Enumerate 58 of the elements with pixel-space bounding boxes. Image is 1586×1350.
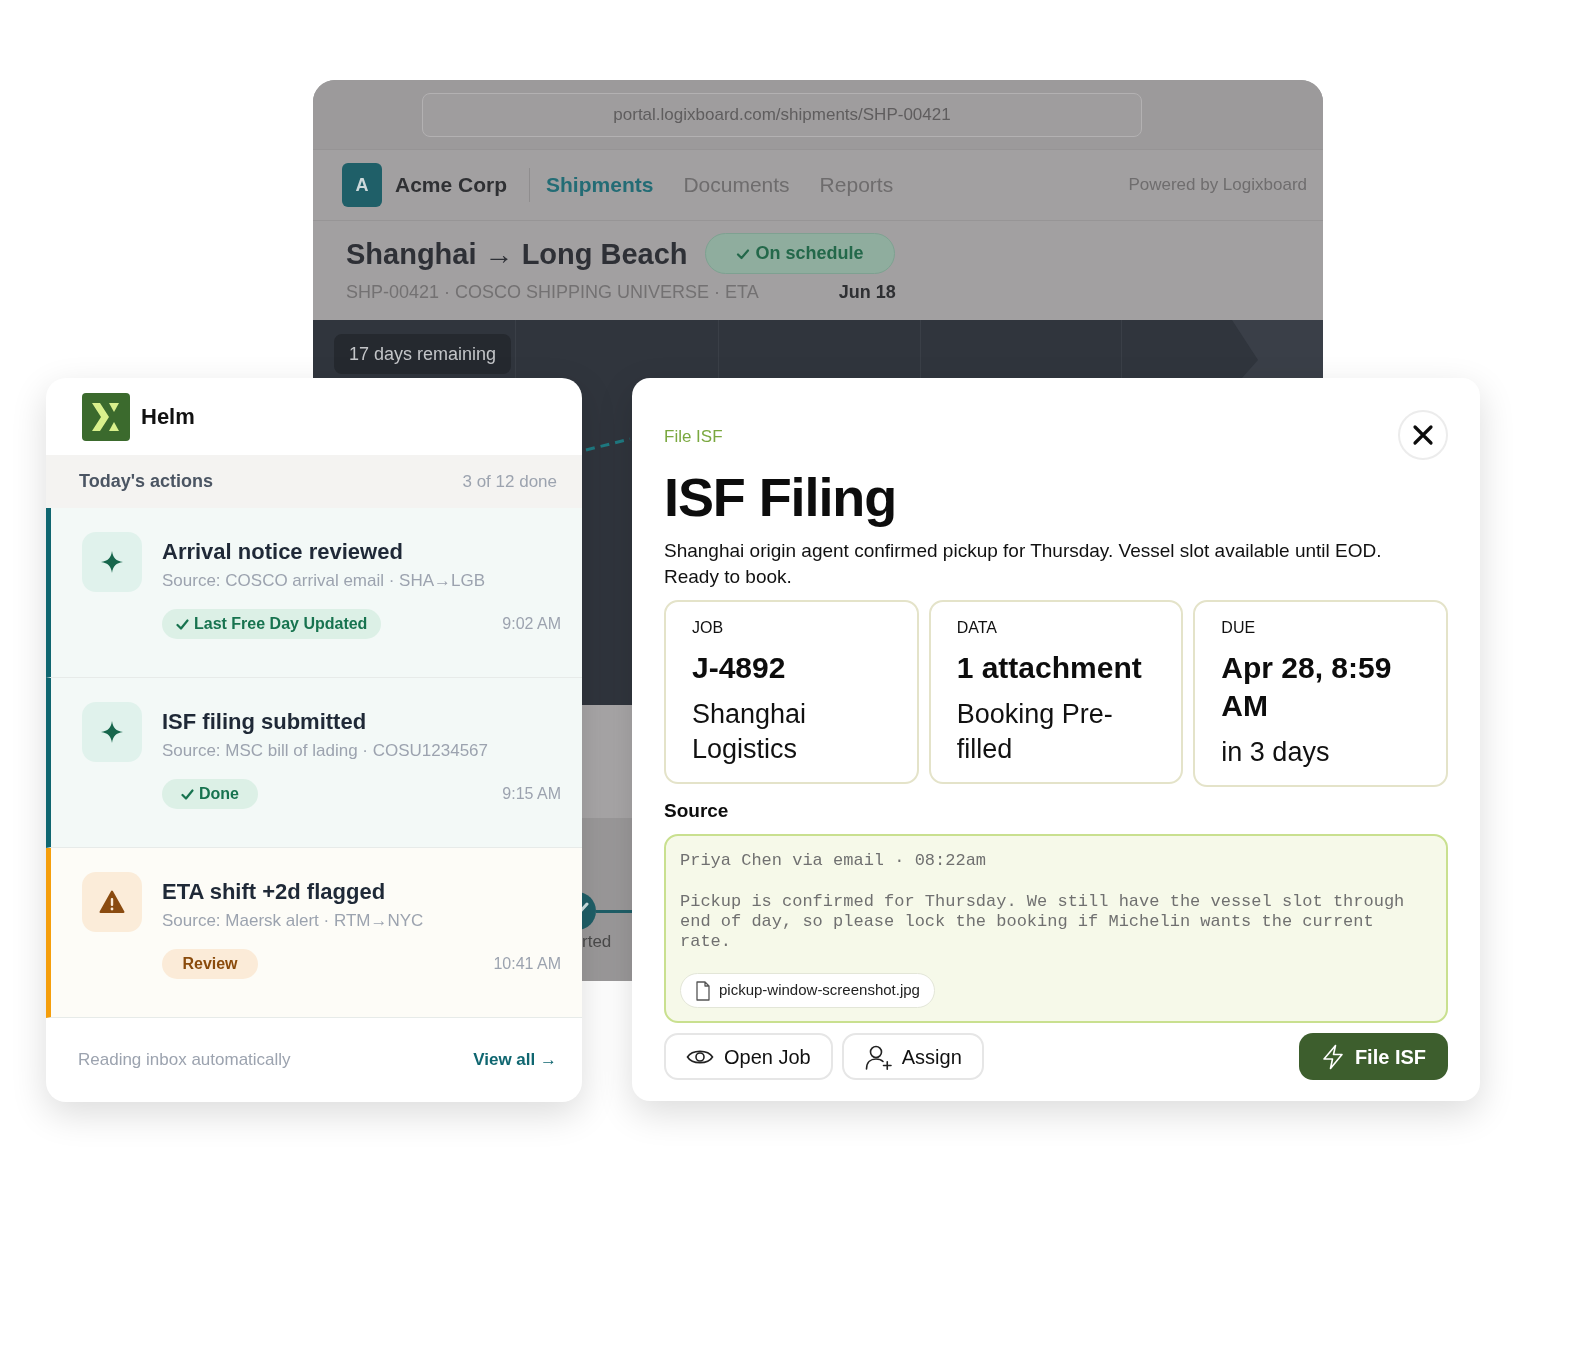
card-label: DATA xyxy=(956,618,998,638)
email-body: Pickup is confirmed for Thursday. We still have the vessel slot through end of day, so please lock the booking if Michelin wants the current rate. xyxy=(680,892,1406,952)
card-value: Apr 28, 8:59 AM xyxy=(1221,650,1393,724)
card-detail: Booking Pre-filled xyxy=(956,698,1114,766)
section-title: Today's actions xyxy=(79,470,213,493)
assign-button[interactable]: Assign xyxy=(841,1033,984,1080)
status-text: Review xyxy=(182,954,238,974)
status-text: Last Free Day Updated xyxy=(194,614,368,634)
close-button[interactable] xyxy=(1398,410,1448,460)
card-label: JOB xyxy=(692,618,725,638)
action-item[interactable]: ISF filing submitted Source: MSC bill of lading · COSU1234567 Done 9:15 AM xyxy=(46,678,582,848)
timeline-line xyxy=(596,909,632,913)
action-title: ETA shift +2d flagged xyxy=(162,878,387,906)
action-time: 9:02 AM xyxy=(502,614,561,634)
milestone-label: rted xyxy=(582,932,612,952)
file-isf-button[interactable]: File ISF xyxy=(1298,1033,1448,1080)
company-name: Acme Corp xyxy=(395,172,508,199)
view-all-link[interactable]: View all → xyxy=(473,1047,557,1073)
countdown-badge: 17 days remaining xyxy=(334,334,512,374)
attachment-chip[interactable]: pickup-window-screenshot.jpg xyxy=(680,973,935,1008)
card-detail: in 3 days xyxy=(1221,736,1331,769)
action-time: 10:41 AM xyxy=(493,954,561,974)
shipment-title: Shanghai → Long Beach xyxy=(346,236,688,272)
footer-text: Reading inbox automatically xyxy=(78,1049,291,1072)
card-value: 1 attachment xyxy=(956,650,1143,686)
action-item[interactable]: ETA shift +2d flagged Source: Maersk alert · RTM→NYC Review 10:41 AM xyxy=(46,848,582,1018)
check-icon xyxy=(181,787,194,801)
card-label: DUE xyxy=(1221,618,1257,638)
close-icon xyxy=(1412,424,1434,446)
brand-name: Helm xyxy=(141,403,195,431)
check-icon xyxy=(735,246,750,261)
card-value: J-4892 xyxy=(692,650,787,686)
eyebrow-text: File ISF xyxy=(664,426,723,448)
source-heading: Source xyxy=(664,800,729,821)
card-detail: Shanghai Logistics xyxy=(692,698,808,766)
dialog-title: ISF Filing xyxy=(664,467,897,527)
eta-date: Jun 18 xyxy=(838,281,896,304)
action-title: Arrival notice reviewed xyxy=(162,538,404,566)
status-text: On schedule xyxy=(755,242,864,265)
check-icon xyxy=(176,617,189,631)
open-job-button[interactable]: Open Job xyxy=(664,1033,833,1080)
lightning-icon xyxy=(1320,1043,1345,1070)
logo-icon xyxy=(82,392,130,441)
status-text: Done xyxy=(199,784,239,804)
sparkle-icon xyxy=(82,532,142,592)
warning-icon xyxy=(82,872,142,932)
dialog-description: Shanghai origin agent confirmed pickup for Thursday. Vessel slot available until EOD. Ready to book. xyxy=(664,539,1383,589)
action-source: Source: Maersk alert · RTM→NYC xyxy=(162,910,425,932)
email-meta: Priya Chen via email · 08:22am xyxy=(680,851,987,870)
file-icon xyxy=(695,980,711,1001)
action-source: Source: COSCO arrival email · SHA→LGB xyxy=(162,570,487,592)
action-time: 9:15 AM xyxy=(502,784,561,804)
action-title: ISF filing submitted xyxy=(162,708,368,736)
sparkle-icon xyxy=(82,702,142,762)
action-item[interactable]: Arrival notice reviewed Source: COSCO arrival email · SHA→LGB Last Free Day Updated 9:02 AM xyxy=(46,508,582,678)
action-source: Source: MSC bill of lading · COSU1234567 xyxy=(162,740,489,762)
company-avatar: A xyxy=(342,163,382,207)
progress-text: 3 of 12 done xyxy=(462,470,557,493)
